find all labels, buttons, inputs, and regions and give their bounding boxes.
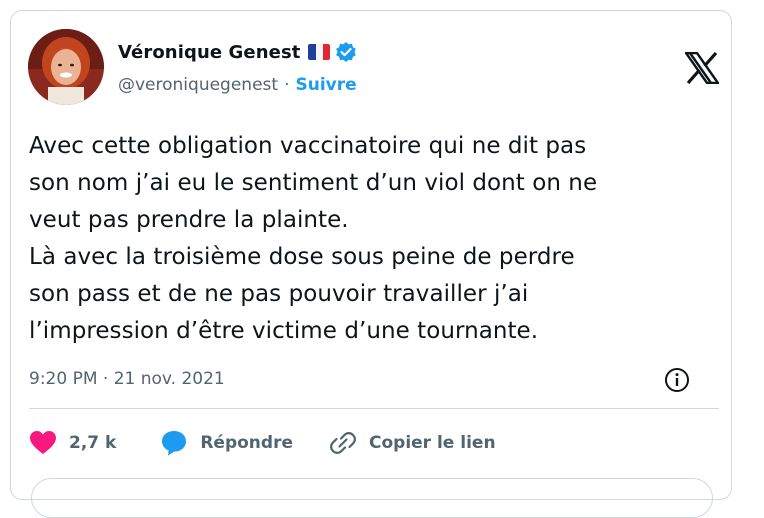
tweet-line: veut pas prendre la plainte. <box>29 207 349 233</box>
copy-link-button[interactable]: Copier le lien <box>329 429 496 457</box>
tweet-meta: 9:20 PM · 21 nov. 2021 <box>29 364 719 394</box>
tweet-line: Avec cette obligation vaccinatoire qui n… <box>29 133 587 159</box>
speech-bubble-icon <box>162 431 187 456</box>
action-bar: 2,7 k Répondre Copier le lien <box>29 426 496 460</box>
tweet-line: l’impression d’être victime d’une tourna… <box>29 318 539 344</box>
separator: · <box>284 75 290 95</box>
handle-row: @veroniquegenest · Suivre <box>118 73 357 97</box>
tweet-text: Avec cette obligation vaccinatoire qui n… <box>29 128 719 350</box>
timestamp-link[interactable]: 9:20 PM · 21 nov. 2021 <box>29 369 225 389</box>
avatar[interactable] <box>28 29 104 105</box>
tweet-line: Là avec la troisième dose sous peine de … <box>29 244 575 270</box>
display-name[interactable]: Véronique Genest <box>118 42 300 63</box>
french-flag-icon <box>308 44 331 60</box>
tweet-header: Véronique Genest @veroniquegenest · Suiv… <box>28 29 721 109</box>
reply-button[interactable]: Répondre <box>160 429 293 457</box>
like-count: 2,7 k <box>69 433 117 453</box>
x-logo-icon[interactable] <box>683 51 721 85</box>
reply-label: Répondre <box>200 433 293 453</box>
read-replies-button[interactable] <box>31 478 713 518</box>
copy-link-label: Copier le lien <box>369 433 496 453</box>
tweet-line: son nom j’ai eu le sentiment d’un viol d… <box>29 170 598 196</box>
tweet-card: Véronique Genest @veroniquegenest · Suiv… <box>10 10 732 518</box>
follow-button[interactable]: Suivre <box>295 75 356 95</box>
tweet-line: son pass et de ne pas pouvoir travailler… <box>29 281 529 307</box>
heart-icon <box>30 431 56 454</box>
name-row: Véronique Genest <box>118 39 357 65</box>
verified-badge-icon <box>335 41 357 63</box>
handle[interactable]: @veroniquegenest <box>118 75 278 95</box>
like-button[interactable]: 2,7 k <box>29 430 116 456</box>
divider <box>29 408 719 409</box>
link-icon <box>330 432 356 454</box>
info-icon[interactable] <box>663 366 691 394</box>
